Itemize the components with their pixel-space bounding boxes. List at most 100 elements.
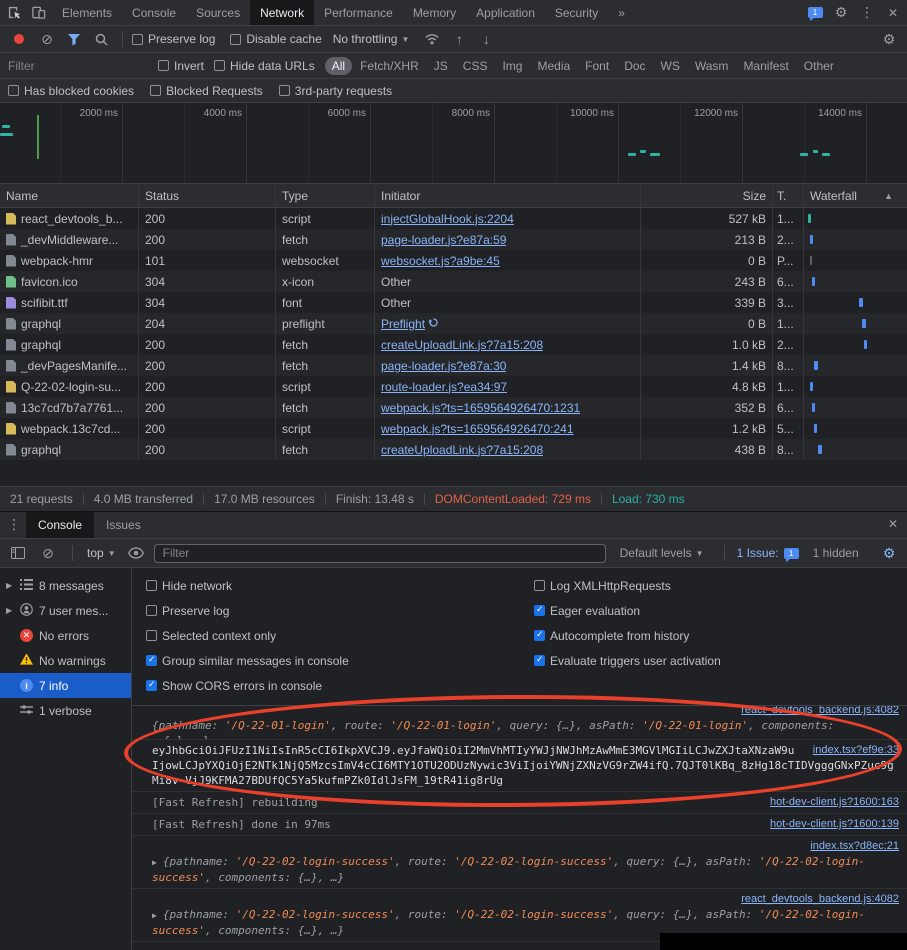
network-settings-gear-icon[interactable]: ⚙ [877,27,901,51]
user-activation-checkbox[interactable]: Evaluate triggers user activation [534,648,721,673]
network-request-row[interactable]: favicon.ico 304 x-icon Other 243 B 6... [0,271,907,292]
source-link[interactable]: index.tsx?ef9e:33 [813,743,899,758]
console-filter-input[interactable] [153,543,606,563]
drawer-tab-issues[interactable]: Issues [94,512,153,538]
log-xhr-checkbox[interactable]: Log XMLHttpRequests [534,573,721,598]
network-request-row[interactable]: _devMiddleware... 200 fetch page-loader.… [0,229,907,250]
column-header-name[interactable]: Name [0,184,139,207]
group-similar-checkbox[interactable]: Group similar messages in console [146,648,534,673]
expand-arrow-icon[interactable]: ▶ [6,606,14,615]
initiator-link[interactable]: createUploadLink.js?7a15:208 [381,338,543,352]
network-request-row[interactable]: 13c7cd7b7a7761... 200 fetch webpack.js?t… [0,397,907,418]
expand-arrow-icon[interactable]: ▶ [152,908,157,923]
source-link[interactable]: hot-dev-client.js?1600:163 [770,795,899,810]
console-message-fast-refresh[interactable]: hot-dev-client.js?1600:139 [Fast Refresh… [132,814,907,836]
selected-context-only-checkbox[interactable]: Selected context only [146,623,534,648]
tab-performance[interactable]: Performance [314,0,403,25]
initiator-link[interactable]: page-loader.js?e87a:59 [381,233,506,247]
initiator-link[interactable]: page-loader.js?e87a:30 [381,359,506,373]
filter-pill-all[interactable]: All [324,56,353,75]
network-request-row[interactable]: scifibit.ttf 304 font Other 339 B 3... [0,292,907,313]
log-levels-select[interactable]: Default levels ▼ [620,546,704,560]
preserve-log-checkbox[interactable]: Preserve log [132,32,215,46]
kebab-menu-icon[interactable]: ⋮ [855,1,879,25]
network-request-row[interactable]: _devPagesManife... 200 fetch page-loader… [0,355,907,376]
eager-evaluation-checkbox[interactable]: Eager evaluation [534,598,721,623]
disable-cache-checkbox[interactable]: Disable cache [230,32,322,46]
close-devtools-icon[interactable]: ✕ [881,1,905,25]
more-tabs-button[interactable]: » [608,0,635,25]
source-link[interactable]: index.tsx?d8ec:21 [810,839,899,854]
tab-elements[interactable]: Elements [52,0,122,25]
javascript-context-select[interactable]: top ▼ [87,546,116,560]
console-message-fast-refresh[interactable]: hot-dev-client.js?1600:163 [Fast Refresh… [132,792,907,814]
drawer-kebab-menu-icon[interactable]: ⋮ [2,512,26,536]
column-header-type[interactable]: Type [276,184,375,207]
column-header-initiator[interactable]: Initiator [375,184,641,207]
sidebar-item-warnings[interactable]: No warnings [0,648,131,673]
filter-pill-css[interactable]: CSS [456,57,495,75]
search-icon[interactable] [89,27,113,51]
drawer-tab-console[interactable]: Console [26,512,95,538]
sidebar-item-user-messages[interactable]: ▶ 7 user mes... [0,598,131,623]
network-request-row[interactable]: webpack-hmr 101 websocket websocket.js?a… [0,250,907,271]
inspect-element-icon[interactable] [2,1,26,25]
console-sidebar-toggle-icon[interactable] [6,541,30,565]
show-cors-errors-checkbox[interactable]: Show CORS errors in console [146,673,534,698]
console-message-object-partial[interactable]: react_devtools_backend.js:4082 {pathname… [132,706,907,740]
autocomplete-history-checkbox[interactable]: Autocomplete from history [534,623,721,648]
expand-arrow-icon[interactable]: ▶ [6,581,14,590]
issues-link[interactable]: 1 Issue: 1 [737,546,799,562]
third-party-requests-checkbox[interactable]: 3rd-party requests [278,84,392,98]
filter-pill-other[interactable]: Other [797,57,841,75]
record-network-log-button[interactable] [14,34,24,44]
filter-pill-media[interactable]: Media [530,57,577,75]
blocked-requests-checkbox[interactable]: Blocked Requests [150,84,263,98]
console-settings-gear-icon[interactable]: ⚙ [877,541,901,565]
hide-network-checkbox[interactable]: Hide network [146,573,534,598]
network-request-row[interactable]: react_devtools_b... 200 script injectGlo… [0,208,907,229]
initiator-link[interactable]: injectGlobalHook.js:2204 [381,212,514,226]
sidebar-item-errors[interactable]: ✕ No errors [0,623,131,648]
hide-data-urls-checkbox[interactable]: Hide data URLs [214,59,315,73]
tab-security[interactable]: Security [545,0,608,25]
filter-pill-wasm[interactable]: Wasm [688,57,736,75]
filter-pill-doc[interactable]: Doc [617,57,652,75]
clear-network-log-icon[interactable]: ⊘ [35,27,59,51]
expand-arrow-icon[interactable]: ▶ [152,855,157,870]
initiator-link[interactable]: websocket.js?a9be:45 [381,254,500,268]
initiator-link[interactable]: route-loader.js?ea34:97 [381,380,507,394]
export-har-icon[interactable]: ↓ [474,27,498,51]
network-overview-timeline[interactable]: 2000 ms 4000 ms 6000 ms 8000 ms 10000 ms… [0,103,907,184]
throttling-select[interactable]: No throttling ▼ [333,32,410,46]
invert-checkbox[interactable]: Invert [158,59,204,73]
network-request-row[interactable]: webpack.13c7cd... 200 script webpack.js?… [0,418,907,439]
network-conditions-icon[interactable] [420,27,444,51]
tab-console[interactable]: Console [122,0,186,25]
column-header-time[interactable]: T. [773,184,804,207]
issues-counter-icon[interactable]: 1 [803,1,827,25]
initiator-link[interactable]: webpack.js?ts=1659564926470:241 [381,422,574,436]
initiator-link[interactable]: createUploadLink.js?7a15:208 [381,443,543,457]
import-har-icon[interactable]: ↑ [447,27,471,51]
sidebar-item-all-messages[interactable]: ▶ 8 messages [0,573,131,598]
sidebar-item-info[interactable]: i 7 info [0,673,131,698]
filter-pill-js[interactable]: JS [427,57,455,75]
settings-gear-icon[interactable]: ⚙ [829,1,853,25]
column-header-waterfall[interactable]: Waterfall ▲ [804,184,907,207]
filter-pill-font[interactable]: Font [578,57,616,75]
source-link[interactable]: react_devtools_backend.js:4082 [741,892,899,907]
filter-pill-img[interactable]: Img [495,57,529,75]
filter-pill-fetch-xhr[interactable]: Fetch/XHR [353,57,426,75]
network-request-row[interactable]: Q-22-02-login-su... 200 script route-loa… [0,376,907,397]
network-request-row[interactable]: graphql 200 fetch createUploadLink.js?7a… [0,334,907,355]
console-message-object[interactable]: index.tsx?d8ec:21 ▶ {pathname: '/Q-22-02-… [132,836,907,889]
clear-console-icon[interactable]: ⊘ [36,541,60,565]
sidebar-item-verbose[interactable]: 1 verbose [0,698,131,723]
has-blocked-cookies-checkbox[interactable]: Has blocked cookies [8,84,134,98]
tab-network[interactable]: Network [250,0,315,25]
network-request-row[interactable]: graphql 200 fetch createUploadLink.js?7a… [0,439,907,460]
column-header-size[interactable]: Size [641,184,773,207]
initiator-link[interactable]: Preflight [381,317,425,331]
console-message-jwt-token[interactable]: index.tsx?ef9e:33 eyJhbGciOiJFUzI1NiIsIn… [132,740,907,792]
